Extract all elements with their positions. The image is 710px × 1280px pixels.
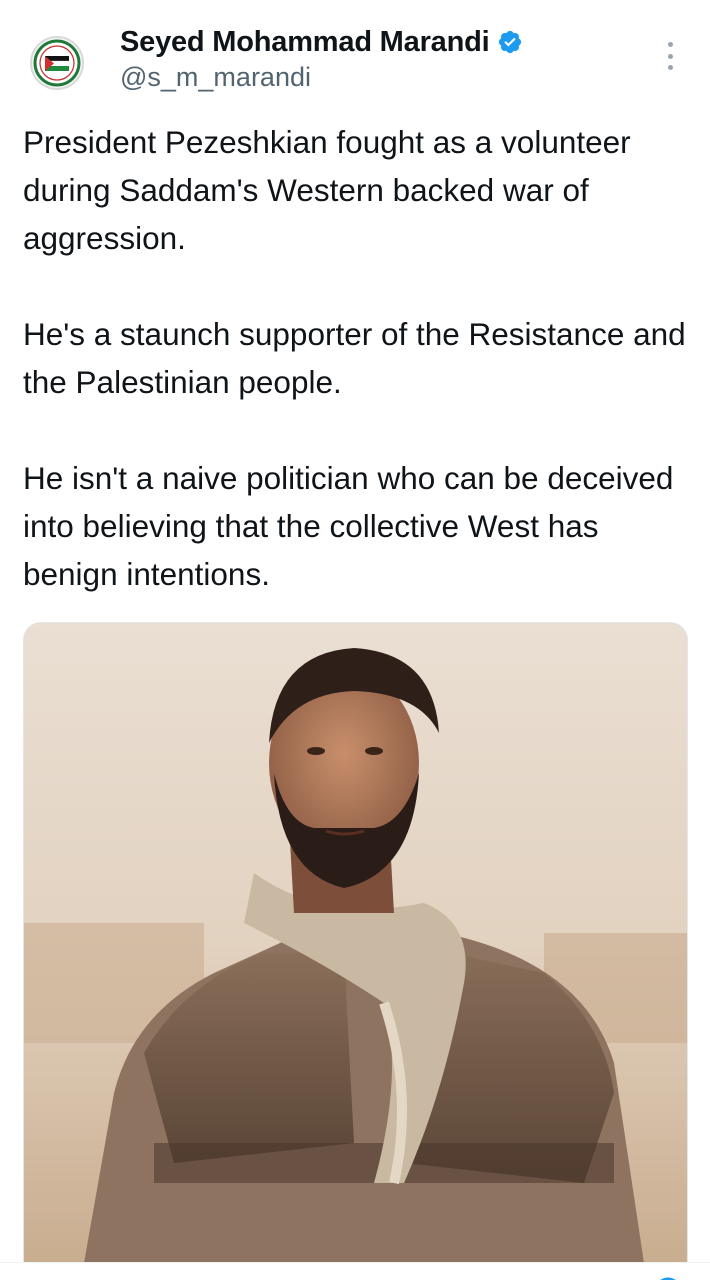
tweet-paragraph-3: He isn't a naive politician who can be d…	[23, 460, 674, 592]
author-avatar[interactable]	[30, 36, 84, 90]
tweet-header: Seyed Mohammad Marandi @s_m_marandi	[0, 0, 710, 110]
more-dot-icon	[667, 65, 673, 70]
palestine-flag-badge-icon	[33, 39, 81, 87]
share-icon[interactable]	[648, 1266, 688, 1280]
tweet-text: President Pezeshkian fought as a volunte…	[23, 118, 693, 598]
author-display-name[interactable]: Seyed Mohammad Marandi	[120, 26, 490, 59]
tweet-paragraph-2: He's a staunch supporter of the Resistan…	[23, 316, 686, 400]
tweet-paragraph-1: President Pezeshkian fought as a volunte…	[23, 124, 631, 256]
photo-image	[24, 623, 687, 1262]
tweet-action-bar	[0, 1262, 710, 1280]
author-names: Seyed Mohammad Marandi @s_m_marandi	[120, 20, 523, 93]
tweet-card: Seyed Mohammad Marandi @s_m_marandi Pres…	[0, 0, 710, 1280]
more-dot-icon	[667, 42, 673, 47]
author-handle[interactable]: @s_m_marandi	[120, 62, 523, 93]
more-dot-icon	[667, 53, 673, 59]
verified-badge-icon	[499, 30, 522, 54]
tweet-photo[interactable]	[23, 622, 688, 1262]
display-name-row: Seyed Mohammad Marandi	[120, 20, 523, 64]
more-options-button[interactable]	[660, 36, 680, 76]
